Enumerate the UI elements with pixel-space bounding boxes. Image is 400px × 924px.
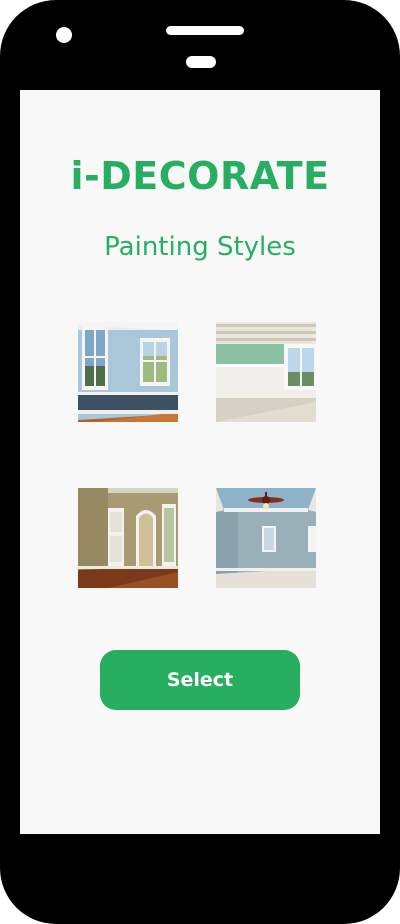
style-option-1[interactable] xyxy=(78,322,178,422)
phone-frame: i-DECORATE Painting Styles Select xyxy=(0,0,400,924)
style-option-2[interactable] xyxy=(216,322,316,422)
green-wall-room-photo xyxy=(216,322,316,422)
blue-gray-room-with-ceiling-fan-photo xyxy=(216,488,316,588)
front-camera xyxy=(56,27,72,43)
app-screen: i-DECORATE Painting Styles Select xyxy=(20,90,380,834)
beige-wall-room-photo xyxy=(78,488,178,588)
style-option-3[interactable] xyxy=(78,488,178,588)
proximity-sensor xyxy=(186,56,216,68)
style-option-4[interactable] xyxy=(216,488,316,588)
select-button[interactable]: Select xyxy=(100,650,300,710)
earpiece-speaker xyxy=(166,26,244,35)
blue-wall-room-photo xyxy=(78,322,178,422)
page-subtitle: Painting Styles xyxy=(104,232,296,262)
app-title: i-DECORATE xyxy=(70,154,330,198)
